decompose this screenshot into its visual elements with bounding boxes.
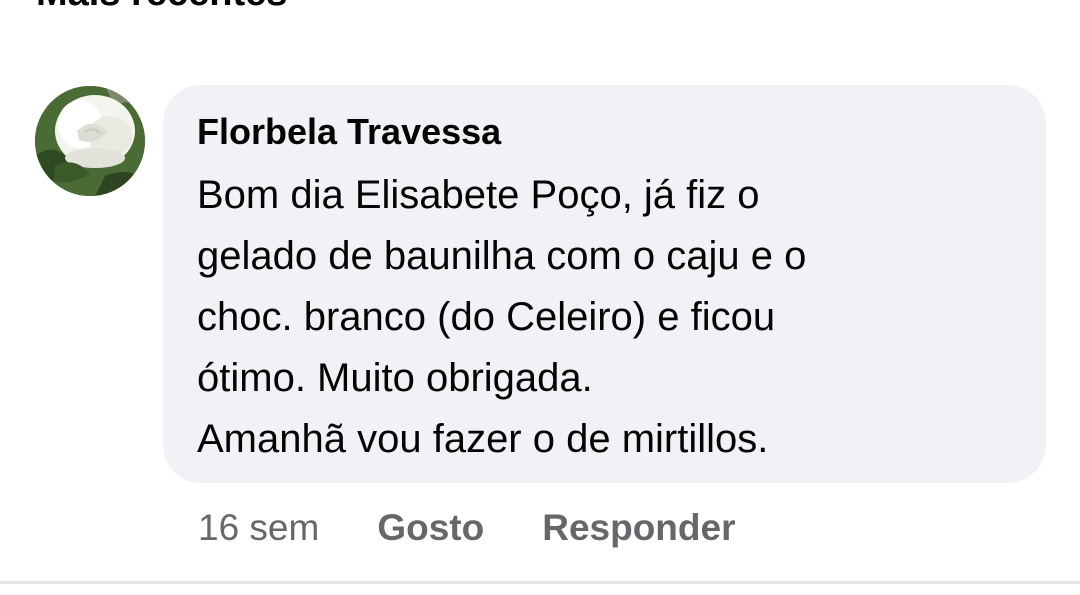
comment-author[interactable]: Florbela Travessa [197,107,1012,157]
comments-page: Mais recentes Florbela Travessa Bom dia … [0,0,1080,595]
comment-actions: 16 sem Gosto Responder [198,500,736,556]
comment-bubble: Florbela Travessa Bom dia Elisabete Poço… [163,85,1046,483]
avatar[interactable] [35,86,145,196]
comment-text-line: ótimo. Muito obrigada. [197,356,593,400]
comment-text-line: choc. branco (do Celeiro) e ficou [197,295,776,339]
comment-text: Bom dia Elisabete Poço, já fiz o gelado … [197,165,1012,470]
comment-text-line: Amanhã vou fazer o de mirtillos. [197,417,769,461]
comment-text-line: Bom dia Elisabete Poço, já fiz o [197,173,760,217]
white-rose-avatar-icon [35,86,145,196]
like-button[interactable]: Gosto [377,507,484,549]
comment-timestamp[interactable]: 16 sem [198,507,319,549]
sort-header[interactable]: Mais recentes [36,0,287,15]
comment-text-line: gelado de baunilha com o caju e o [197,234,807,278]
reply-button[interactable]: Responder [542,507,735,549]
divider [0,581,1080,584]
